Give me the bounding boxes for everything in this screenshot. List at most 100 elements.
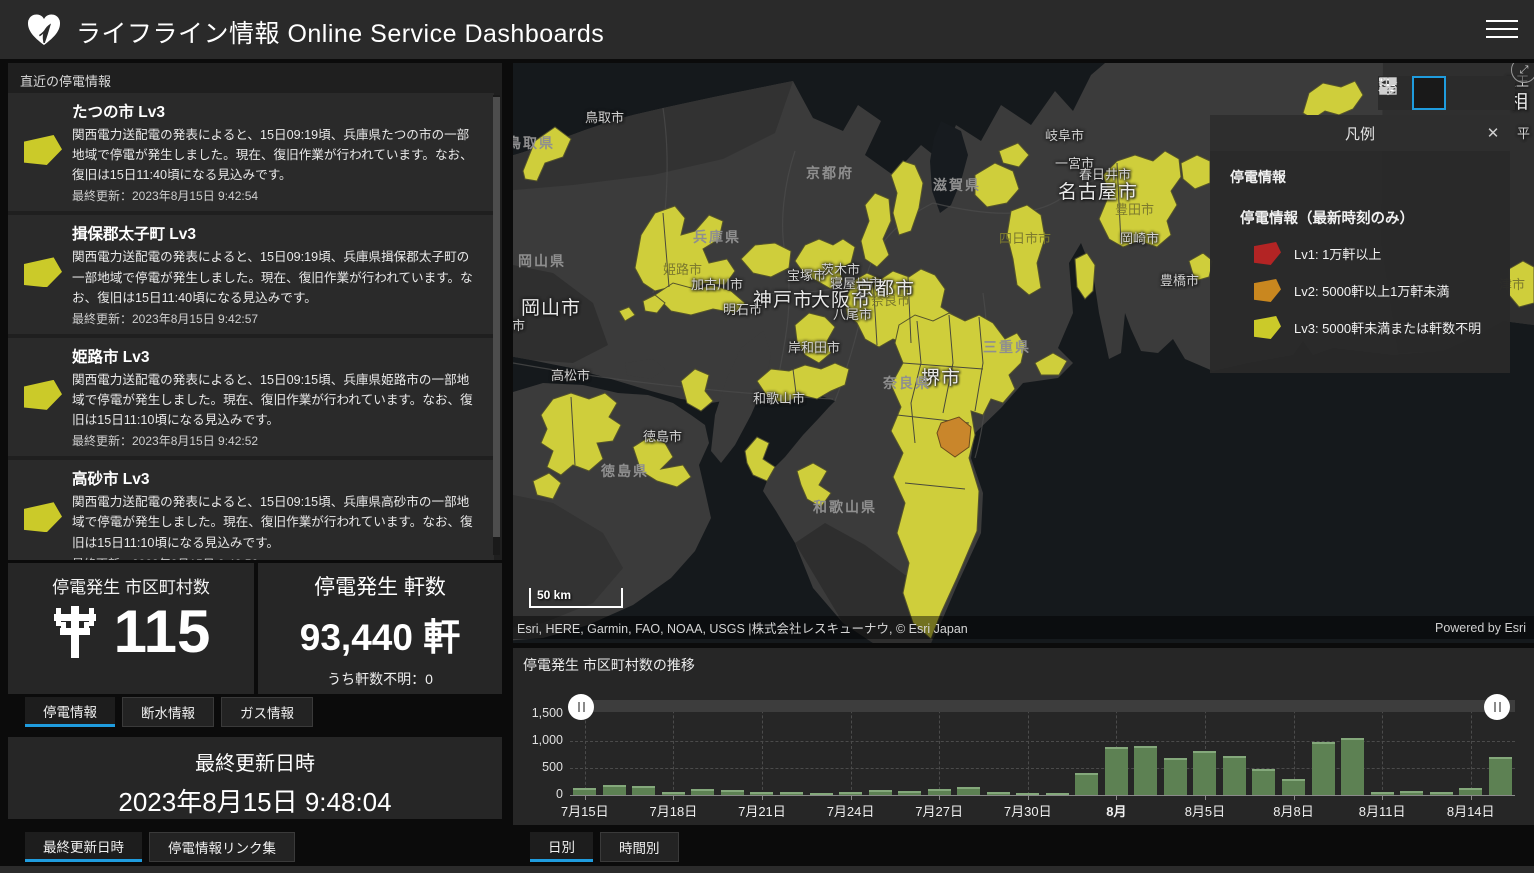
map-toolbar	[1378, 76, 1515, 110]
legend-label: Lv2: 5000軒以上1万軒未満	[1294, 281, 1449, 300]
municipality-count-card: 停電発生 市区町村数 115	[8, 563, 254, 694]
time-slider-handle-left[interactable]	[568, 694, 594, 720]
x-axis-tick	[1294, 796, 1295, 800]
outage-map[interactable]: 鳥取市鳥取県岡山県岡山市敷市京都府滋賀県兵庫県姫路市加古川市明石市神戸市宝塚市大…	[513, 63, 1534, 643]
tab-時間別[interactable]: 時間別	[600, 832, 679, 862]
utility-pole-icon	[52, 605, 98, 659]
x-axis-tick	[1116, 796, 1117, 800]
legend-title: 凡例	[1244, 123, 1476, 144]
v-gridline	[1028, 700, 1029, 795]
news-item-updated: 最終更新：2023年8月15日 9:42:56	[72, 555, 480, 560]
app-title: ライフライン情報 Online Service Dashboards	[76, 14, 604, 50]
v-gridline	[1382, 700, 1383, 795]
x-axis-label: 8月11日	[1359, 801, 1406, 820]
lv3-flag-icon	[24, 257, 62, 287]
y-axis-label: 1,500	[515, 706, 563, 720]
news-item-updated: 最終更新：2023年8月15日 9:42:54	[72, 187, 480, 204]
basemap-icon[interactable]	[1480, 76, 1514, 110]
heart-leaf-logo	[26, 13, 62, 47]
news-item-updated: 最終更新：2023年8月15日 9:42:52	[72, 432, 480, 449]
x-axis-label: 8月14日	[1447, 801, 1495, 820]
close-icon[interactable]: ✕	[1476, 116, 1510, 150]
news-item-body: 関西電力送配電の発表によると、15日09:19頃、兵庫県揖保郡太子町の一部地域で…	[72, 247, 480, 307]
x-axis-label: 7月27日	[915, 801, 963, 820]
legend-rows: Lv1: 1万軒以上 Lv2: 5000軒以上1万軒未満 Lv3: 5000軒未満ま…	[1210, 242, 1510, 339]
legend-label: Lv1: 1万軒以上	[1294, 244, 1381, 263]
legend-swatch	[1254, 279, 1281, 302]
tab-停電情報リンク集[interactable]: 停電情報リンク集	[149, 832, 295, 862]
lv3-flag-icon	[24, 502, 62, 532]
x-axis-tick	[939, 796, 940, 800]
household-unknown-note: うち軒数不明：0	[258, 669, 502, 689]
news-item[interactable]: 姫路市 Lv3関西電力送配電の発表によると、15日09:15頃、兵庫県姫路市の一…	[8, 338, 494, 456]
x-axis-label: 7月21日	[738, 801, 786, 820]
legend-item: Lv2: 5000軒以上1万軒未満	[1254, 279, 1510, 302]
news-scrollbar[interactable]	[493, 95, 500, 555]
bar-8月3日	[1134, 746, 1157, 795]
bar-8月9日	[1312, 742, 1335, 795]
layers-icon[interactable]	[1446, 76, 1480, 110]
menu-icon[interactable]	[1486, 20, 1518, 40]
x-axis-label: 7月30日	[1004, 801, 1052, 820]
tab-断水情報[interactable]: 断水情報	[122, 697, 214, 727]
bar-8月1日	[1075, 773, 1098, 795]
bottom-strip	[0, 866, 1534, 873]
legend-subsection: 停電情報（最新時刻のみ）	[1240, 207, 1510, 228]
news-item[interactable]: 揖保郡太子町 Lv3 関西電力送配電の発表によると、15日09:19頃、兵庫県揖保…	[8, 215, 494, 333]
x-axis-label: 7月18日	[650, 801, 698, 820]
legend-swatch	[1254, 242, 1281, 265]
legend-icon[interactable]	[1412, 76, 1446, 110]
tab-ガス情報[interactable]: ガス情報	[221, 697, 313, 727]
bar-8月14日	[1459, 788, 1482, 795]
municipality-count-value: 115	[114, 602, 211, 662]
bar-8月4日	[1164, 758, 1187, 795]
y-axis-label: 0	[515, 787, 563, 801]
v-gridline	[851, 700, 852, 795]
legend-swatch	[1254, 316, 1281, 339]
time-slider-track[interactable]	[570, 700, 1515, 712]
last-update-title: 最終更新日時	[8, 747, 502, 776]
bar-7月15日	[573, 788, 596, 795]
attribution-text: Esri, HERE, Garmin, FAO, NOAA, USGS |株式会…	[517, 618, 1435, 637]
v-gridline	[939, 700, 940, 795]
tab-最終更新日時[interactable]: 最終更新日時	[25, 832, 142, 862]
bar-7月16日	[603, 785, 626, 795]
map-attribution: Esri, HERE, Garmin, FAO, NOAA, USGS |株式会…	[513, 616, 1534, 639]
legend-item: Lv3: 5000軒未満または軒数不明	[1254, 316, 1510, 339]
time-slider-handle-right[interactable]	[1484, 694, 1510, 720]
x-axis-tick	[1382, 796, 1383, 800]
news-item[interactable]: 高砂市 Lv3関西電力送配電の発表によると、15日09:15頃、兵庫県高砂市の一…	[8, 460, 494, 560]
dashboard: ライフライン情報 Online Service Dashboards 直近の停電…	[0, 0, 1534, 873]
legend-label: Lv3: 5000軒未満または軒数不明	[1294, 318, 1481, 337]
household-count-card: 停電発生 軒数 93,440 軒 うち軒数不明：0	[258, 563, 502, 694]
tab-停電情報[interactable]: 停電情報	[25, 697, 115, 727]
x-axis-tick	[762, 796, 763, 800]
x-axis-tick	[585, 796, 586, 800]
tab-日別[interactable]: 日別	[530, 832, 593, 862]
v-gridline	[762, 700, 763, 795]
bar-8月15日	[1489, 757, 1512, 795]
news-item-body: 関西電力送配電の発表によると、15日09:15頃、兵庫県高砂市の一部地域で停電が…	[72, 492, 480, 552]
lv3-flag-icon	[24, 135, 62, 165]
household-count-value: 93,440 軒	[258, 607, 502, 661]
lv3-flag-icon	[24, 380, 62, 410]
h-gridline	[570, 768, 1515, 769]
last-update-card: 最終更新日時 2023年8月15日 9:48:04	[8, 737, 502, 819]
x-axis-tick	[1205, 796, 1206, 800]
y-axis-label: 1,000	[515, 733, 563, 747]
news-item-title: 揖保郡太子町 Lv3	[72, 222, 480, 244]
news-item-body: 関西電力送配電の発表によると、15日09:19頃、兵庫県たつの市の一部地域で停電…	[72, 125, 480, 185]
scale-bar: 50 km	[529, 588, 623, 608]
x-axis-line	[570, 795, 1515, 796]
bar-8月10日	[1341, 738, 1364, 795]
news-item-body: 関西電力送配電の発表によると、15日09:15頃、兵庫県姫路市の一部地域で停電が…	[72, 370, 480, 430]
x-axis-tick	[851, 796, 852, 800]
municipality-count-label: 停電発生 市区町村数	[8, 573, 254, 598]
news-item[interactable]: たつの市 Lv3 関西電力送配電の発表によると、15日09:19頃、兵庫県たつの市…	[8, 93, 494, 211]
news-item-title: たつの市 Lv3	[72, 100, 480, 122]
x-axis-label: 7月15日	[561, 801, 609, 820]
x-axis-tick	[673, 796, 674, 800]
x-axis-tick	[1028, 796, 1029, 800]
outage-news-list[interactable]: たつの市 Lv3 関西電力送配電の発表によると、15日09:19頃、兵庫県たつの市…	[8, 93, 494, 560]
bar-8月2日	[1105, 747, 1128, 795]
